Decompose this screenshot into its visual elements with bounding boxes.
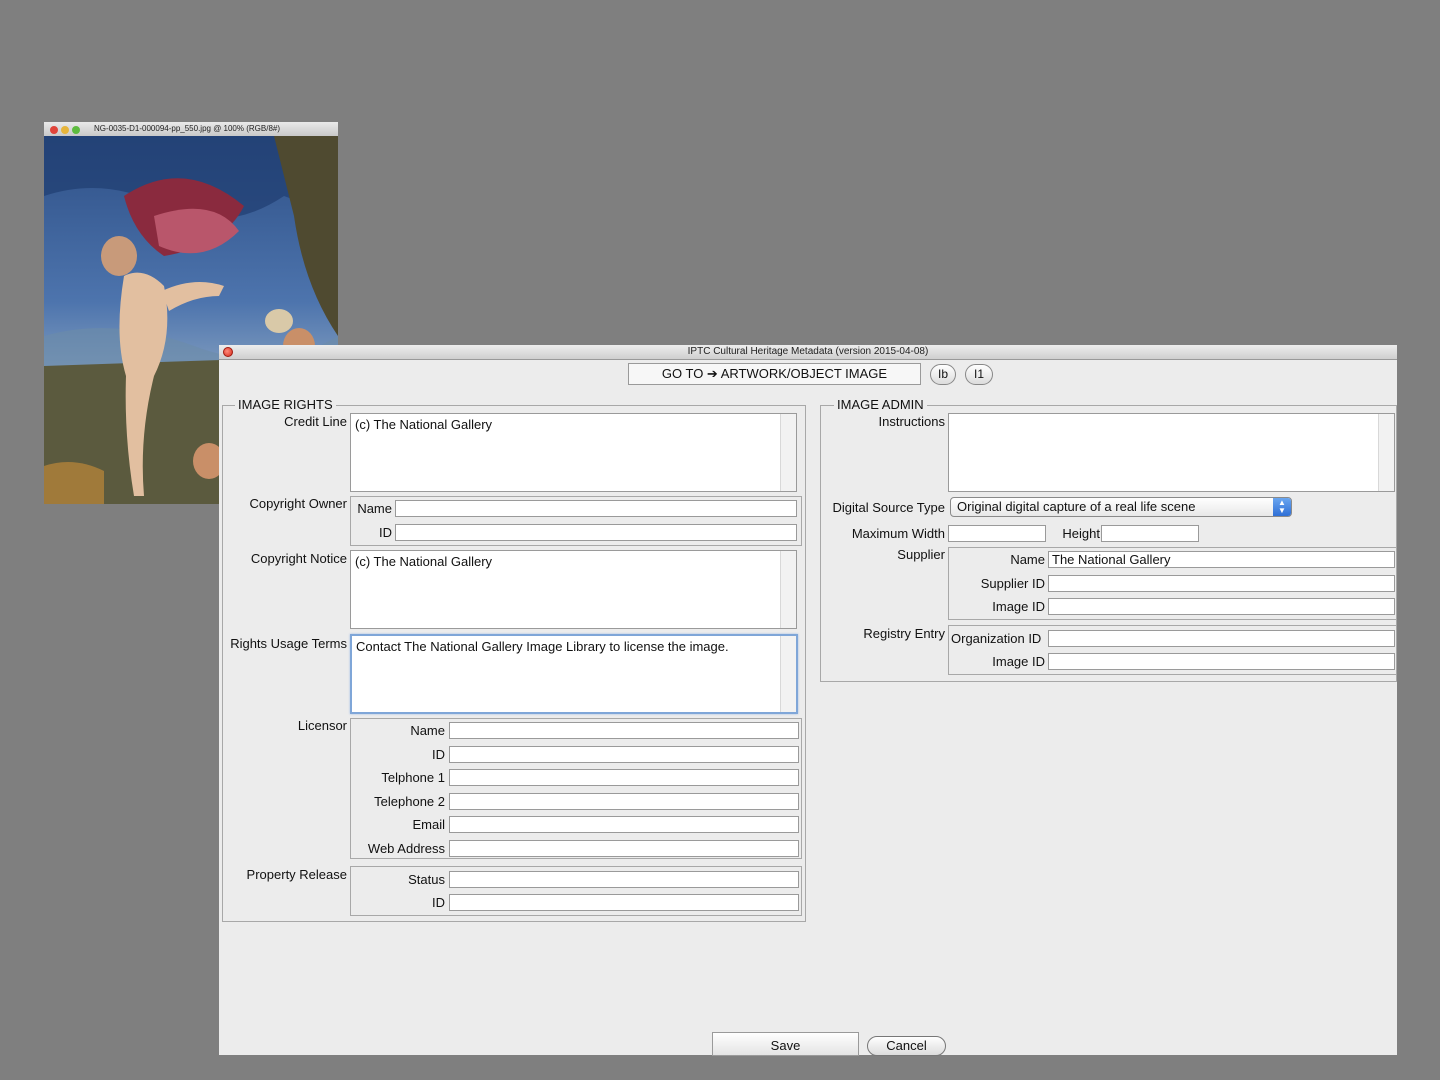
copyright-notice-value: (c) The National Gallery [355, 554, 493, 569]
registry-image-id-input[interactable] [1048, 653, 1395, 670]
height-input[interactable] [1101, 525, 1199, 542]
licensor-field-input[interactable] [449, 745, 799, 763]
registry-entry-label: Registry Entry [863, 626, 945, 641]
owner-id-label: ID [379, 525, 392, 540]
licensor-field-input[interactable] [449, 722, 799, 739]
owner-name-input[interactable] [395, 500, 797, 517]
instructions-scrollbar[interactable] [1378, 414, 1394, 491]
image-rights-legend: IMAGE RIGHTS [235, 397, 336, 412]
licensor-field-label: ID [432, 746, 445, 762]
instructions-label: Instructions [878, 414, 945, 429]
release-status-label: Status [408, 872, 445, 887]
dialog-titlebar[interactable]: IPTC Cultural Heritage Metadata (version… [219, 345, 1397, 360]
credit-line-scrollbar[interactable] [780, 414, 796, 491]
max-width-input[interactable] [948, 525, 1046, 542]
rights-usage-terms-textarea[interactable]: Contact The National Gallery Image Libra… [350, 634, 798, 714]
registry-image-id-label: Image ID [992, 654, 1045, 669]
credit-line-label: Credit Line [284, 414, 347, 429]
credit-line-textarea[interactable]: (c) The National Gallery [350, 413, 797, 492]
licensor-field-label: Name [410, 723, 445, 738]
rights-usage-terms-scrollbar[interactable] [780, 636, 796, 712]
supplier-id-input[interactable] [1048, 575, 1395, 592]
copyright-notice-textarea[interactable]: (c) The National Gallery [350, 550, 797, 629]
registry-org-input[interactable] [1048, 630, 1395, 647]
copyright-notice-scrollbar[interactable] [780, 551, 796, 628]
digital-source-type-select[interactable]: Original digital capture of a real life … [950, 497, 1292, 517]
rights-usage-terms-label: Rights Usage Terms [230, 636, 347, 651]
close-icon[interactable] [50, 126, 58, 134]
release-id-input[interactable] [449, 894, 799, 911]
copyright-owner-label: Copyright Owner [249, 496, 347, 511]
supplier-name-input[interactable]: The National Gallery [1048, 551, 1395, 568]
supplier-name-label: Name [1010, 552, 1045, 567]
supplier-id-label: Supplier ID [980, 576, 1045, 591]
cancel-button[interactable]: Cancel [867, 1036, 946, 1056]
digital-source-type-label: Digital Source Type [832, 500, 946, 515]
height-label: Height [1062, 526, 1100, 541]
rights-usage-terms-value: Contact The National Gallery Image Libra… [356, 639, 729, 654]
credit-line-value: (c) The National Gallery [355, 417, 493, 432]
registry-org-label: Organization ID [951, 631, 1042, 646]
supplier-image-id-label: Image ID [992, 599, 1045, 614]
instructions-textarea[interactable] [948, 413, 1395, 492]
image-window-titlebar[interactable]: NG-0035-D1-000094-pp_550.jpg @ 100% (RGB… [44, 122, 338, 137]
release-id-label: ID [432, 895, 445, 910]
licensor-field-input[interactable] [449, 816, 799, 834]
metadata-dialog[interactable]: IPTC Cultural Heritage Metadata (version… [219, 345, 1397, 1056]
licensor-field-label: Web Address [367, 841, 445, 856]
supplier-label: Supplier [897, 547, 945, 562]
licensor-label: Licensor [297, 718, 347, 733]
licensor-field-label: Telphone 1 [381, 770, 445, 786]
licensor-field-input[interactable] [449, 840, 799, 857]
image-window-title: NG-0035-D1-000094-pp_550.jpg @ 100% (RGB… [94, 124, 281, 133]
minimize-icon[interactable] [61, 126, 69, 134]
select-arrows-icon: ▲ ▼ [1273, 498, 1291, 516]
digital-source-type-value: Original digital capture of a real life … [957, 499, 1196, 514]
owner-id-input[interactable] [395, 524, 797, 541]
licensor-field-label: Telephone 2 [374, 793, 445, 809]
owner-name-label: Name [357, 501, 392, 516]
nav-button-ib[interactable]: Ib [930, 364, 956, 385]
licensor-field-input[interactable] [449, 769, 799, 787]
zoom-icon[interactable] [72, 126, 80, 134]
image-admin-legend: IMAGE ADMIN [834, 397, 927, 412]
copyright-notice-label: Copyright Notice [250, 551, 347, 566]
goto-bar[interactable]: GO TO ➔ ARTWORK/OBJECT IMAGE [628, 363, 921, 385]
nav-button-i1[interactable]: I1 [965, 364, 993, 385]
release-status-input[interactable] [449, 871, 799, 888]
licensor-field-input[interactable] [449, 792, 799, 810]
licensor-field-label: Email [412, 817, 445, 833]
licensor-group [350, 718, 802, 859]
save-button[interactable]: Save [712, 1032, 859, 1056]
property-release-label: Property Release [246, 867, 347, 882]
supplier-image-id-input[interactable] [1048, 598, 1395, 615]
max-width-label: Maximum Width [851, 526, 945, 541]
dialog-title: IPTC Cultural Heritage Metadata (version… [687, 346, 929, 357]
close-icon[interactable] [223, 347, 233, 357]
